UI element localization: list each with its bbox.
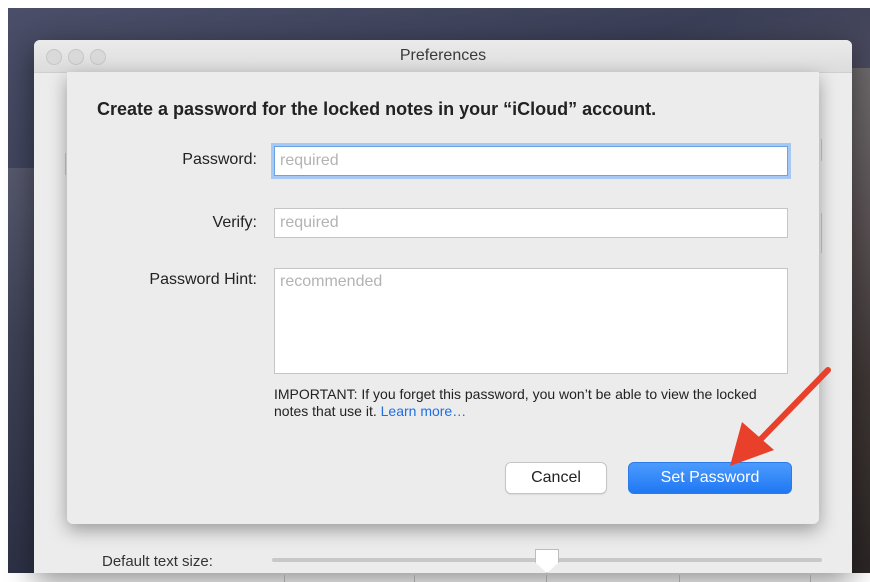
cancel-button[interactable]: Cancel [505, 462, 607, 494]
sheet-title: Create a password for the locked notes i… [97, 99, 657, 119]
slider-tick [679, 575, 680, 582]
window-title: Preferences [399, 47, 487, 64]
password-label: Password: [182, 151, 257, 168]
slider-tick [810, 575, 811, 582]
password-hint-label: Password Hint: [149, 271, 257, 288]
learn-more-link[interactable]: Learn more… [381, 403, 467, 419]
verify-field[interactable] [274, 208, 788, 238]
password-hint-field[interactable] [274, 268, 788, 374]
obscured-checkbox-edge [65, 153, 66, 175]
slider-tick [414, 575, 415, 582]
text-size-slider-thumb[interactable] [535, 549, 559, 573]
default-text-size-label: Default text size: [102, 553, 213, 570]
obscured-control-edge [821, 213, 822, 253]
arrow-shaft [757, 367, 831, 443]
password-field[interactable] [274, 146, 788, 176]
slider-tick [284, 575, 285, 582]
red-arrow-icon [730, 367, 831, 466]
slider-tick [546, 575, 547, 582]
obscured-control-edge [821, 139, 822, 161]
important-notice: IMPORTANT: If you forget this password, … [274, 386, 774, 420]
create-password-sheet: Create a password for the locked notes i… [67, 72, 819, 524]
window-titlebar[interactable]: Preferences [34, 40, 852, 73]
verify-label: Verify: [212, 214, 257, 231]
important-text: IMPORTANT: If you forget this password, … [274, 386, 757, 419]
